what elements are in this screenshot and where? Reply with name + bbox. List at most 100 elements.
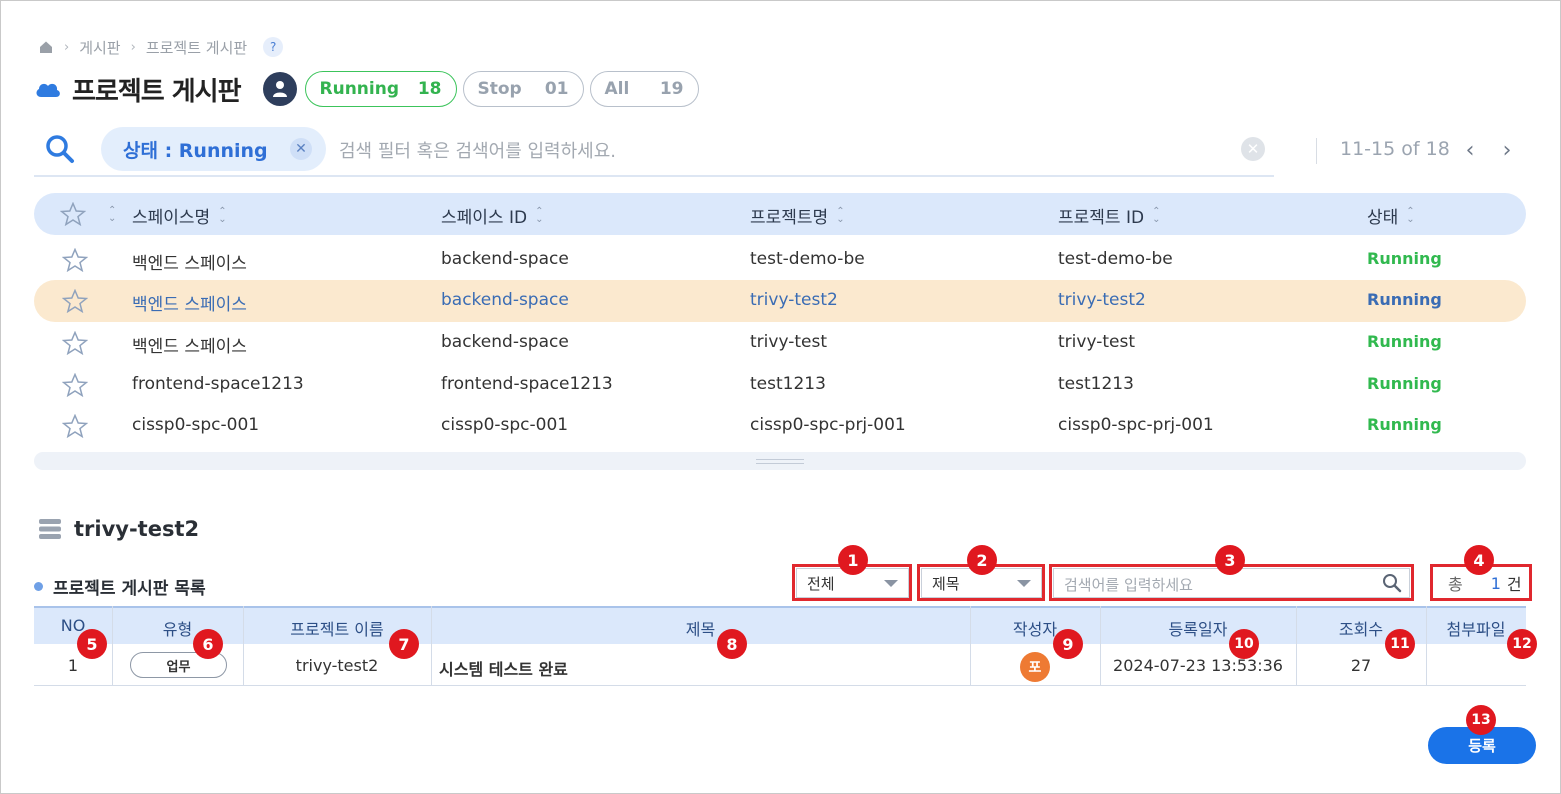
filter-count: 01	[544, 79, 569, 99]
space-name: frontend-space1213	[132, 374, 304, 394]
breadcrumb-item[interactable]: 프로젝트 게시판	[146, 37, 247, 58]
column-header[interactable]: 스페이스명 ⌃ ⌄	[132, 203, 227, 228]
column-header[interactable]: 프로젝트명 ⌃ ⌄	[750, 203, 845, 228]
annotation-badge: 7	[389, 629, 419, 659]
space-name: 백엔드 스페이스	[132, 337, 247, 357]
breadcrumb-item[interactable]: 게시판	[79, 37, 120, 58]
star-icon[interactable]	[62, 331, 88, 355]
help-icon[interactable]: ?	[263, 37, 284, 57]
column-header[interactable]: 상태 ⌃ ⌄	[1367, 203, 1415, 228]
space-name: 백엔드 스페이스	[132, 254, 247, 274]
filter-count: 19	[659, 79, 684, 99]
column-header[interactable]: 유형	[112, 616, 243, 640]
sort-icon: ⌃ ⌄	[535, 205, 544, 225]
project-id: cissp0-spc-prj-001	[1058, 415, 1214, 435]
divider	[1316, 138, 1317, 164]
filter-label: Stop	[477, 79, 522, 99]
space-id: backend-space	[441, 249, 569, 269]
breadcrumb: › 게시판 › 프로젝트 게시판 ?	[38, 36, 284, 58]
project-name: trivy-test	[750, 332, 827, 352]
project-name: test-demo-be	[750, 249, 865, 269]
user-icon[interactable]	[262, 72, 297, 106]
row-number: 1	[67, 656, 79, 675]
table-row[interactable]: 백엔드 스페이스 backend-space test-demo-be test…	[34, 239, 1526, 281]
table-row[interactable]: 백엔드 스페이스 backend-space trivy-test trivy-…	[34, 322, 1526, 364]
project-name: trivy-test2	[750, 290, 838, 310]
resize-handle[interactable]	[756, 459, 804, 464]
close-icon[interactable]: ✕	[290, 138, 312, 160]
annotation-badge: 6	[193, 629, 223, 659]
status-badge: Running	[1367, 332, 1442, 351]
page-header: 프로젝트 게시판 Running 18 Stop 01 All 19	[34, 70, 699, 108]
filter-label: Running	[319, 79, 400, 99]
chevron-left-icon[interactable]: ‹	[1460, 138, 1480, 163]
annotation-badge: 4	[1464, 545, 1494, 575]
space-name: 백엔드 스페이스	[132, 295, 247, 315]
table-row[interactable]: frontend-space1213 frontend-space1213 te…	[34, 364, 1526, 406]
board-table-row[interactable]: 1 업무 trivy-test2 시스템 테스트 완료 포 2024-07-23…	[34, 644, 1526, 686]
star-icon[interactable]	[62, 289, 88, 313]
filter-count: 18	[417, 79, 442, 99]
cloud-icon	[36, 83, 60, 97]
status-badge: Running	[1367, 415, 1442, 434]
project-name: test1213	[750, 374, 826, 394]
post-title[interactable]: 시스템 테스트 완료	[439, 656, 568, 680]
project-id: trivy-test2	[1058, 290, 1146, 310]
filter-running-button[interactable]: Running 18	[304, 71, 457, 107]
column-header[interactable]: 제목	[431, 616, 970, 640]
column-header[interactable]: 프로젝트 ID ⌃ ⌄	[1058, 203, 1160, 228]
server-icon	[39, 519, 61, 539]
space-id: backend-space	[441, 290, 569, 310]
status-badge: Running	[1367, 290, 1442, 309]
home-icon[interactable]	[38, 39, 54, 55]
status-badge: Running	[1367, 249, 1442, 268]
annotation-badge: 10	[1229, 629, 1259, 659]
table-row-selected[interactable]: 백엔드 스페이스 backend-space trivy-test2 trivy…	[34, 280, 1526, 322]
sort-icon: ⌃ ⌄	[836, 205, 845, 225]
chevron-right-icon[interactable]: ›	[1497, 138, 1517, 163]
sort-icon: ⌃ ⌄	[218, 205, 227, 225]
star-icon[interactable]	[62, 414, 88, 438]
project-id: trivy-test	[1058, 332, 1135, 352]
annotation-badge: 12	[1507, 629, 1537, 659]
annotation-badge: 5	[77, 629, 107, 659]
space-id: cissp0-spc-001	[441, 415, 569, 435]
filter-stop-button[interactable]: Stop 01	[462, 71, 584, 107]
board-table-header: NO 유형 프로젝트 이름 제목 작성자 등록일자 조회수 첨부파일	[34, 606, 1526, 644]
space-name: cissp0-spc-001	[132, 415, 260, 435]
status-filter-chip[interactable]: 상태 : Running ✕	[101, 127, 326, 171]
annotation-badge: 1	[838, 545, 868, 575]
chip-label: 상태 : Running	[123, 139, 268, 162]
sort-icon: ⌃ ⌄	[1152, 205, 1161, 225]
annotation-badge: 11	[1385, 629, 1415, 659]
chevron-right-icon: ›	[64, 39, 70, 55]
table-row[interactable]: cissp0-spc-001 cissp0-spc-001 cissp0-spc…	[34, 405, 1526, 447]
page-title: 프로젝트 게시판	[72, 76, 241, 107]
project-section-title: trivy-test2	[38, 517, 199, 541]
star-icon[interactable]	[60, 202, 86, 226]
view-count: 27	[1350, 656, 1372, 675]
project-id: test-demo-be	[1058, 249, 1173, 269]
annotation-badge: 3	[1215, 545, 1245, 575]
sort-icon: ⌃ ⌄	[1406, 205, 1415, 225]
post-date: 2024-07-23 13:53:36	[1113, 656, 1283, 675]
sort-icon[interactable]: ⌃ ⌄	[108, 206, 116, 224]
star-icon[interactable]	[62, 248, 88, 272]
project-id: test1213	[1058, 374, 1134, 394]
bullet-icon	[34, 582, 43, 591]
star-icon[interactable]	[62, 373, 88, 397]
chevron-right-icon: ›	[130, 39, 136, 55]
annotation-badge: 8	[717, 629, 747, 659]
annotation-badge: 13	[1466, 705, 1496, 735]
clear-icon[interactable]: ✕	[1241, 137, 1265, 161]
search-input[interactable]: 검색 필터 혹은 검색어를 입력하세요.	[339, 137, 616, 163]
column-header[interactable]: 등록일자	[1100, 616, 1296, 640]
author-avatar: 포	[1020, 652, 1050, 682]
filter-all-button[interactable]: All 19	[589, 71, 699, 107]
status-badge: Running	[1367, 374, 1442, 393]
projects-table-header: ⌃ ⌄ 스페이스명 ⌃ ⌄ 스페이스 ID ⌃ ⌄ 프로젝트명 ⌃ ⌄ 프로젝트 ID ⌃ ⌄ 상…	[34, 193, 1526, 235]
annotation-badge: 2	[967, 545, 997, 575]
search-icon[interactable]	[44, 133, 76, 165]
annotation-badge: 9	[1053, 629, 1083, 659]
column-header[interactable]: 스페이스 ID ⌃ ⌄	[441, 203, 543, 228]
